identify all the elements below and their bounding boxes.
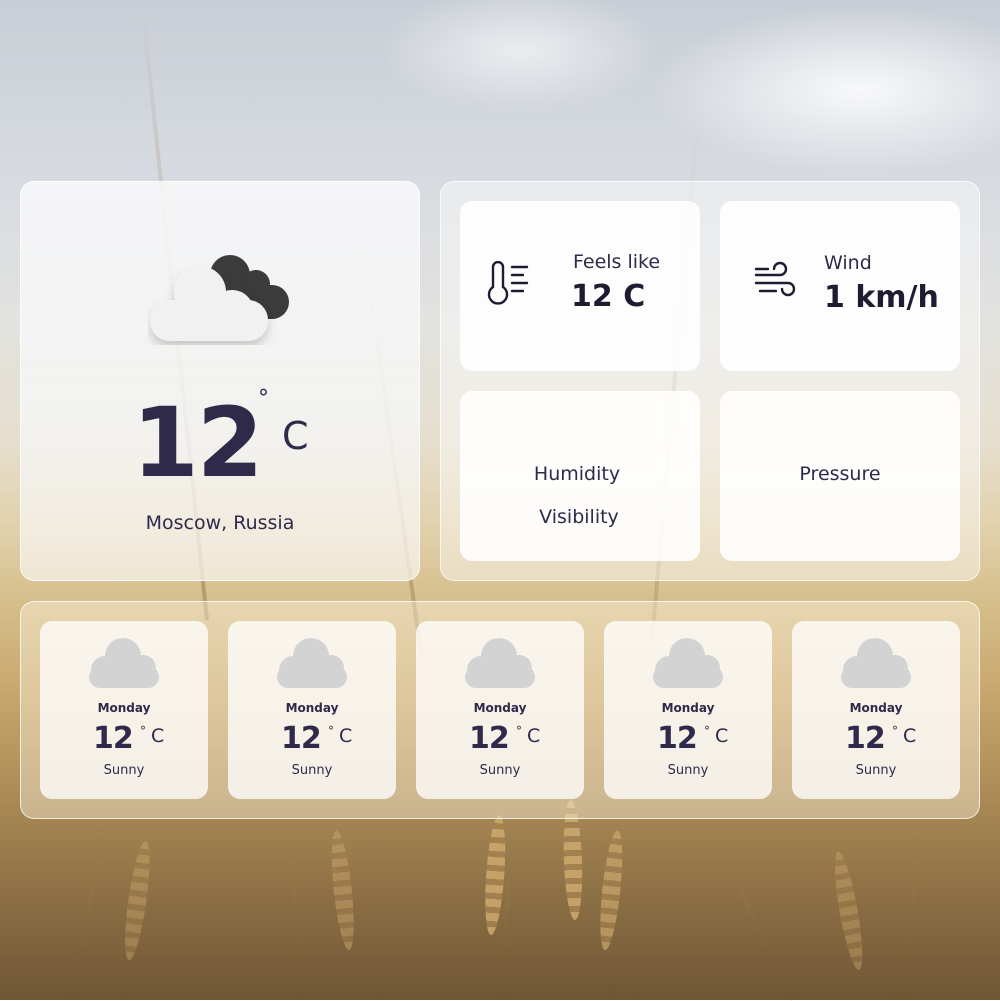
- cloud-icon: [277, 638, 347, 688]
- location-label: Moscow, Russia: [145, 512, 295, 534]
- cloud-icon: [465, 638, 535, 688]
- cloudy-icon: [150, 255, 289, 341]
- forecast-day-name: Monday: [285, 701, 339, 715]
- feels-like-card: Feels like 12 C: [460, 201, 700, 371]
- current-degree-symbol: °: [258, 386, 269, 411]
- forecast-degree-symbol: °: [516, 724, 522, 738]
- current-temperature: 12: [132, 387, 264, 499]
- humidity-label: Humidity: [533, 463, 621, 485]
- visibility-label: Visibility: [539, 506, 619, 528]
- forecast-temperature: 12: [469, 721, 510, 756]
- forecast-day-card[interactable]: Monday 12 ° C Sunny: [792, 621, 960, 799]
- forecast-temperature-unit: C: [151, 725, 165, 747]
- forecast-degree-symbol: °: [704, 724, 710, 738]
- forecast-temperature: 12: [281, 721, 322, 756]
- forecast-condition: Sunny: [855, 763, 897, 778]
- current-temperature-unit: C: [282, 414, 309, 458]
- wind-value: 1 km/h: [824, 280, 939, 315]
- forecast-day-name: Monday: [661, 701, 715, 715]
- forecast-degree-symbol: °: [892, 724, 898, 738]
- forecast-temperature: 12: [93, 721, 134, 756]
- forecast-day-name: Monday: [97, 701, 151, 715]
- cloud-icon: [89, 638, 159, 688]
- humidity-visibility-card: Humidity Visibility: [460, 391, 700, 561]
- forecast-temperature-unit: C: [715, 725, 729, 747]
- forecast-degree-symbol: °: [328, 724, 334, 738]
- forecast-day-name: Monday: [473, 701, 527, 715]
- forecast-temperature-unit: C: [339, 725, 353, 747]
- forecast-degree-symbol: °: [140, 724, 146, 738]
- forecast-temperature: 12: [845, 721, 886, 756]
- forecast-temperature-unit: C: [903, 725, 917, 747]
- forecast-day-card[interactable]: Monday 12 ° C Sunny: [416, 621, 584, 799]
- pressure-card: Pressure: [720, 391, 960, 561]
- forecast-temperature: 12: [657, 721, 698, 756]
- thermometer-icon: [487, 261, 529, 305]
- forecast-day-name: Monday: [849, 701, 903, 715]
- forecast-condition: Sunny: [479, 763, 521, 778]
- forecast-temperature-unit: C: [527, 725, 541, 747]
- wind-icon: [754, 261, 796, 297]
- forecast-condition: Sunny: [667, 763, 709, 778]
- cloud-icon: [653, 638, 723, 688]
- forecast-day-card[interactable]: Monday 12 ° C Sunny: [604, 621, 772, 799]
- cloud-icon: [841, 638, 911, 688]
- wind-card: Wind 1 km/h: [720, 201, 960, 371]
- forecast-day-card[interactable]: Monday 12 ° C Sunny: [228, 621, 396, 799]
- pressure-label: Pressure: [799, 463, 881, 485]
- forecast-condition: Sunny: [103, 763, 145, 778]
- wind-label: Wind: [824, 252, 872, 274]
- feels-like-value: 12 C: [571, 279, 646, 314]
- forecast-day-card[interactable]: Monday 12 ° C Sunny: [40, 621, 208, 799]
- feels-like-label: Feels like: [573, 251, 661, 273]
- forecast-condition: Sunny: [291, 763, 333, 778]
